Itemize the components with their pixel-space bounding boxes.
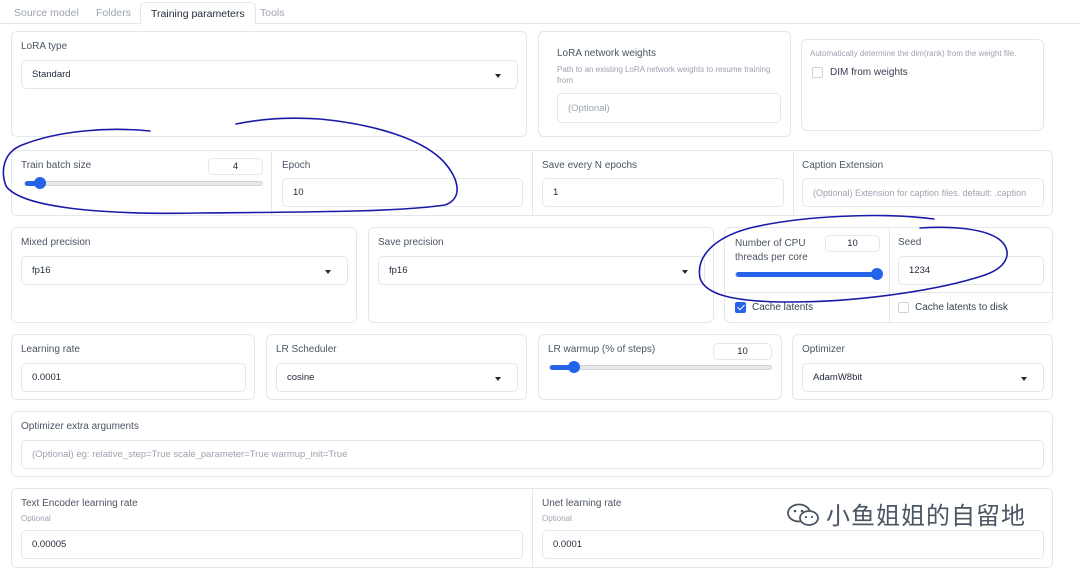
tab-training-parameters[interactable]: Training parameters <box>140 2 256 25</box>
lora-type-label: LoRA type <box>21 41 68 52</box>
unet-lr-input[interactable]: 0.0001 <box>542 530 1044 559</box>
divider <box>532 489 533 567</box>
divider <box>889 228 890 322</box>
cache-latents-to-disk-label: Cache latents to disk <box>915 302 1008 313</box>
divider <box>793 151 794 215</box>
lr-scheduler-value: cosine <box>287 372 315 383</box>
divider <box>271 151 272 215</box>
lr-scheduler-label: LR Scheduler <box>276 344 337 355</box>
optimizer-args-input[interactable]: (Optional) eg: relative_step=True scale_… <box>21 440 1044 469</box>
network-weights-panel: LoRA network weights Path to an existing… <box>538 31 791 137</box>
save-precision-panel: Save precision fp16 <box>368 227 714 323</box>
lr-scheduler-panel: LR Scheduler cosine <box>266 334 527 400</box>
text-encoder-lr-input[interactable]: 0.00005 <box>21 530 523 559</box>
chevron-down-icon <box>495 74 501 78</box>
dim-from-weights-label: DIM from weights <box>830 67 908 78</box>
text-encoder-lr-label: Text Encoder learning rate <box>21 498 138 509</box>
batch-epoch-row: Train batch size 4 Epoch 10 Save every N… <box>11 150 1053 216</box>
learning-rate-panel: Learning rate 0.0001 <box>11 334 255 400</box>
network-weights-label: LoRA network weights <box>557 48 656 59</box>
learning-rate-label: Learning rate <box>21 344 80 355</box>
network-weights-help: Path to an existing LoRA network weights… <box>557 65 771 85</box>
save-precision-dropdown[interactable]: fp16 <box>378 256 705 285</box>
tab-bar: Source model Folders Training parameters… <box>0 0 1080 25</box>
tab-folders[interactable]: Folders <box>96 4 131 24</box>
cpu-threads-label: Number of CPU threads per core <box>735 238 808 263</box>
dim-from-weights-checkbox[interactable] <box>812 67 823 78</box>
cpu-threads-slider[interactable] <box>735 268 883 280</box>
mixed-precision-value: fp16 <box>32 265 51 276</box>
chevron-down-icon <box>495 377 501 381</box>
slider-thumb[interactable] <box>568 361 580 373</box>
train-batch-size-slider[interactable] <box>24 177 263 189</box>
chevron-down-icon <box>1021 377 1027 381</box>
save-precision-label: Save precision <box>378 237 444 248</box>
save-precision-value: fp16 <box>389 265 408 276</box>
wechat-icon <box>787 503 819 526</box>
tab-source-model[interactable]: Source model <box>14 4 79 24</box>
slider-thumb[interactable] <box>34 177 46 189</box>
save-every-n-epochs-label: Save every N epochs <box>542 160 638 171</box>
tab-tools[interactable]: Tools <box>260 4 285 24</box>
optimizer-label: Optimizer <box>802 344 845 355</box>
divider <box>532 151 533 215</box>
optimizer-dropdown[interactable]: AdamW8bit <box>802 363 1044 392</box>
seed-input[interactable]: 1234 <box>898 256 1044 285</box>
text-encoder-lr-sub: Optional <box>21 514 51 523</box>
slider-fill <box>736 272 879 277</box>
dim-from-weights-help: Automatically determine the dim(rank) fr… <box>810 49 1017 58</box>
epoch-input[interactable]: 10 <box>282 178 523 207</box>
optimizer-value: AdamW8bit <box>813 372 863 383</box>
optimizer-args-label: Optimizer extra arguments <box>21 421 139 432</box>
lora-type-dropdown[interactable]: Standard <box>21 60 518 89</box>
learning-rate-input[interactable]: 0.0001 <box>21 363 246 392</box>
dim-from-weights-panel: Automatically determine the dim(rank) fr… <box>801 39 1044 131</box>
cache-latents-label: Cache latents <box>752 302 814 313</box>
lr-warmup-number[interactable]: 10 <box>713 343 772 360</box>
mixed-precision-dropdown[interactable]: fp16 <box>21 256 348 285</box>
lr-warmup-slider[interactable] <box>549 361 772 373</box>
lora-type-value: Standard <box>32 69 71 80</box>
train-batch-size-label: Train batch size <box>21 160 92 171</box>
train-batch-size-number[interactable]: 4 <box>208 158 263 175</box>
cache-latents-checkbox[interactable] <box>735 302 746 313</box>
unet-lr-label: Unet learning rate <box>542 498 622 509</box>
mixed-precision-panel: Mixed precision fp16 <box>11 227 357 323</box>
slider-thumb[interactable] <box>871 268 883 280</box>
caption-extension-label: Caption Extension <box>802 160 884 171</box>
mixed-precision-label: Mixed precision <box>21 237 91 248</box>
seed-label: Seed <box>898 237 922 248</box>
watermark-text: 小鱼姐姐的自留地 <box>826 502 1026 530</box>
save-every-n-epochs-input[interactable]: 1 <box>542 178 784 207</box>
lora-type-panel: LoRA type Standard <box>11 31 527 137</box>
threads-seed-panel: Number of CPU threads per core 10 Seed 1… <box>724 227 1053 323</box>
lr-scheduler-dropdown[interactable]: cosine <box>276 363 518 392</box>
divider <box>725 292 1052 293</box>
epoch-label: Epoch <box>282 160 311 171</box>
chevron-down-icon <box>325 270 331 274</box>
lr-warmup-label: LR warmup (% of steps) <box>548 344 656 355</box>
lr-warmup-panel: LR warmup (% of steps) 10 <box>538 334 782 400</box>
unet-lr-sub: Optional <box>542 514 572 523</box>
cpu-threads-number[interactable]: 10 <box>825 235 880 252</box>
optimizer-args-panel: Optimizer extra arguments (Optional) eg:… <box>11 411 1053 477</box>
optimizer-panel: Optimizer AdamW8bit <box>792 334 1053 400</box>
caption-extension-input[interactable]: (Optional) Extension for caption files. … <box>802 178 1044 207</box>
network-weights-input[interactable]: (Optional) <box>557 93 781 123</box>
cache-latents-to-disk-checkbox[interactable] <box>898 302 909 313</box>
chevron-down-icon <box>682 270 688 274</box>
